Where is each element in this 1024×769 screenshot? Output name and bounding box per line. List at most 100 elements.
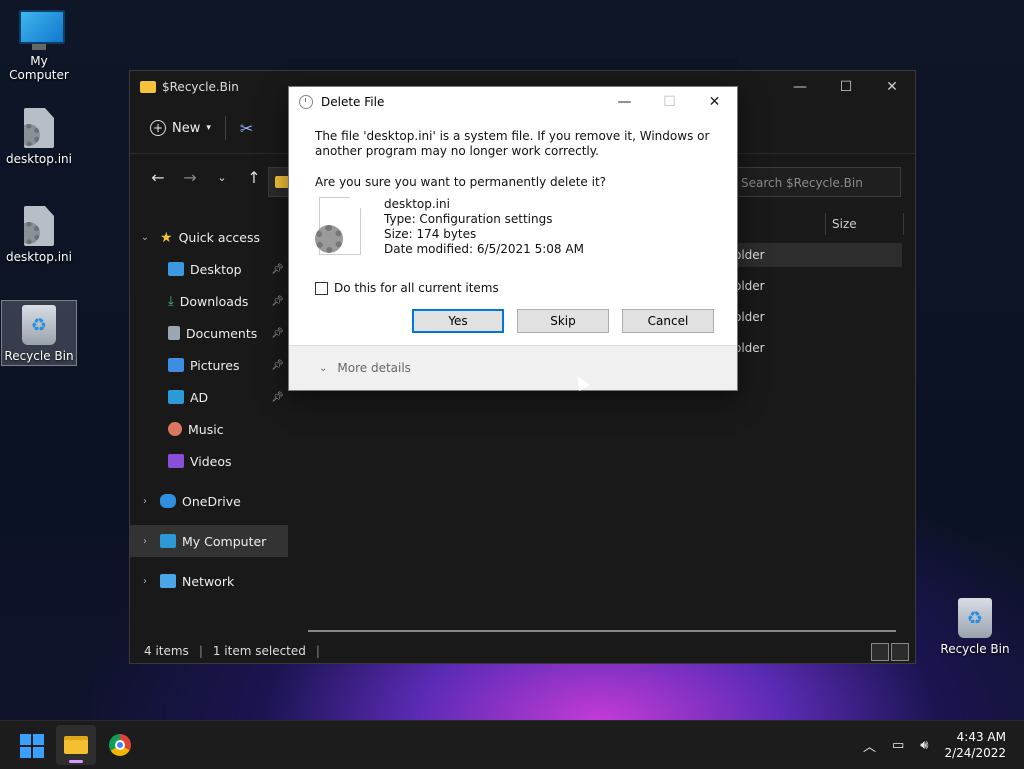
pictures-icon	[168, 358, 184, 372]
desktop-icon-my-computer[interactable]: My Computer	[1, 10, 77, 82]
pin-icon[interactable]: 📌︎	[271, 360, 284, 371]
taskbar-chrome[interactable]	[100, 725, 140, 765]
sidebar-item-label: Documents	[186, 325, 258, 341]
chevron-right-icon[interactable]: ›	[138, 496, 152, 507]
sidebar-item-ad[interactable]: AD 📌︎	[130, 381, 288, 413]
monitor-icon	[168, 390, 184, 404]
desktop-icon-recycle-bin-2[interactable]: Recycle Bin	[937, 598, 1013, 656]
new-label: New	[172, 120, 201, 136]
date: 2/24/2022	[944, 746, 1006, 760]
dialog-title: Delete File	[321, 95, 385, 109]
details-view-icon[interactable]	[871, 643, 889, 661]
window-title: $Recycle.Bin	[162, 80, 239, 94]
sidebar-item-label: Videos	[190, 453, 232, 469]
recent-chevron-icon[interactable]: ⌄	[206, 171, 238, 184]
search-input[interactable]: Search $Recycle.Bin	[730, 167, 901, 197]
forward-arrow-icon[interactable]: →	[174, 168, 206, 187]
pin-icon[interactable]: 📌︎	[271, 296, 284, 307]
file-size: Size: 174 bytes	[384, 227, 477, 241]
chrome-icon	[109, 734, 131, 756]
file-row[interactable]: older	[730, 274, 902, 298]
desktop-icon-recycle-bin[interactable]: Recycle Bin	[1, 300, 77, 366]
large-icons-view-icon[interactable]	[891, 643, 909, 661]
file-row[interactable]: older	[730, 305, 902, 329]
network-icon[interactable]: ▭	[892, 738, 904, 753]
music-icon	[168, 422, 182, 436]
back-arrow-icon[interactable]: ←	[142, 168, 174, 187]
skip-button[interactable]: Skip	[517, 309, 609, 333]
new-button[interactable]: + New ▾	[150, 120, 211, 136]
cloud-icon	[160, 494, 176, 508]
horizontal-scrollbar[interactable]	[308, 630, 896, 632]
video-icon	[168, 454, 184, 468]
close-button[interactable]: ✕	[869, 71, 915, 103]
chevron-right-icon[interactable]: ›	[138, 536, 152, 547]
taskbar-file-explorer[interactable]	[56, 725, 96, 765]
dialog-titlebar[interactable]: Delete File — ☐ ✕	[289, 87, 737, 117]
sidebar-item-music[interactable]: Music	[130, 413, 288, 445]
chevron-down-icon: ⌄	[319, 362, 328, 374]
address-bar[interactable]	[268, 167, 291, 197]
file-row[interactable]: older	[730, 336, 902, 360]
chevron-right-icon[interactable]: ›	[138, 576, 152, 587]
cut-icon[interactable]: ✂	[240, 119, 253, 138]
sidebar-item-network[interactable]: › Network	[130, 565, 288, 597]
sidebar-item-quick-access[interactable]: ⌄ ★ Quick access	[130, 221, 288, 253]
close-button[interactable]: ✕	[692, 87, 737, 117]
sidebar-item-documents[interactable]: Documents 📌︎	[130, 317, 288, 349]
delete-file-dialog: Delete File — ☐ ✕ The file 'desktop.ini'…	[288, 86, 738, 391]
pin-icon[interactable]: 📌︎	[271, 264, 284, 275]
star-icon: ★	[160, 230, 173, 246]
desktop-icon-label: Recycle Bin	[4, 349, 74, 363]
sidebar-item-onedrive[interactable]: › OneDrive	[130, 485, 288, 517]
dialog-buttons: Yes Skip Cancel	[412, 309, 714, 333]
warning-message: The file 'desktop.ini' is a system file.…	[315, 129, 710, 158]
sidebar-item-my-computer[interactable]: › My Computer	[130, 525, 288, 557]
volume-icon[interactable]: 🔊︎	[920, 738, 928, 753]
config-file-icon	[19, 206, 59, 246]
more-details-toggle[interactable]: ⌄ More details	[289, 345, 737, 390]
config-file-icon	[19, 108, 59, 148]
status-divider: |	[315, 644, 320, 658]
minimize-button[interactable]: —	[602, 87, 647, 117]
column-divider[interactable]	[903, 213, 904, 235]
toolbar-divider	[224, 116, 226, 140]
desktop-icon-label: Recycle Bin	[940, 642, 1010, 656]
pin-icon[interactable]: 📌︎	[271, 328, 284, 339]
sidebar-item-label: My Computer	[182, 533, 267, 549]
cancel-button[interactable]: Cancel	[622, 309, 714, 333]
start-button[interactable]	[20, 734, 44, 758]
desktop-icon-label: My Computer	[9, 54, 69, 82]
file-row[interactable]: older	[730, 243, 902, 267]
sidebar-item-videos[interactable]: Videos	[130, 445, 288, 477]
confirm-question: Are you sure you want to permanently del…	[315, 175, 607, 189]
apply-all-checkbox[interactable]: Do this for all current items	[315, 281, 499, 295]
maximize-button[interactable]: ☐	[823, 71, 869, 103]
document-icon	[168, 326, 180, 340]
sidebar-item-label: AD	[190, 389, 209, 405]
chevron-up-icon[interactable]: ︿	[863, 736, 876, 755]
plus-icon: +	[150, 120, 166, 136]
sidebar-item-pictures[interactable]: Pictures 📌︎	[130, 349, 288, 381]
sidebar-item-desktop[interactable]: Desktop 📌︎	[130, 253, 288, 285]
desktop-icon-desktop-ini-2[interactable]: desktop.ini	[1, 206, 77, 264]
active-indicator	[69, 760, 83, 763]
minimize-button[interactable]: —	[777, 71, 823, 103]
gear-icon	[315, 225, 343, 253]
desktop-icon-label: desktop.ini	[6, 152, 72, 166]
maximize-button: ☐	[663, 94, 676, 110]
sidebar-item-label: Music	[188, 421, 224, 437]
sidebar-item-downloads[interactable]: ⤓ Downloads 📌︎	[130, 285, 288, 317]
clock[interactable]: 4:43 AM 2/24/2022	[944, 729, 1006, 761]
system-tray: ︿ ▭ 🔊︎ 4:43 AM 2/24/2022	[863, 729, 1006, 761]
desktop-icon-desktop-ini-1[interactable]: desktop.ini	[1, 108, 77, 166]
yes-button[interactable]: Yes	[412, 309, 504, 333]
up-arrow-icon[interactable]: ↑	[238, 168, 270, 187]
computer-icon	[160, 534, 176, 548]
desktop-icon-label: desktop.ini	[6, 250, 72, 264]
pin-icon[interactable]: 📌︎	[271, 392, 284, 403]
column-header-size[interactable]: Size	[825, 213, 857, 235]
checkbox[interactable]	[315, 281, 328, 295]
chevron-down-icon[interactable]: ⌄	[138, 232, 152, 243]
sidebar-item-label: Desktop	[190, 261, 242, 277]
